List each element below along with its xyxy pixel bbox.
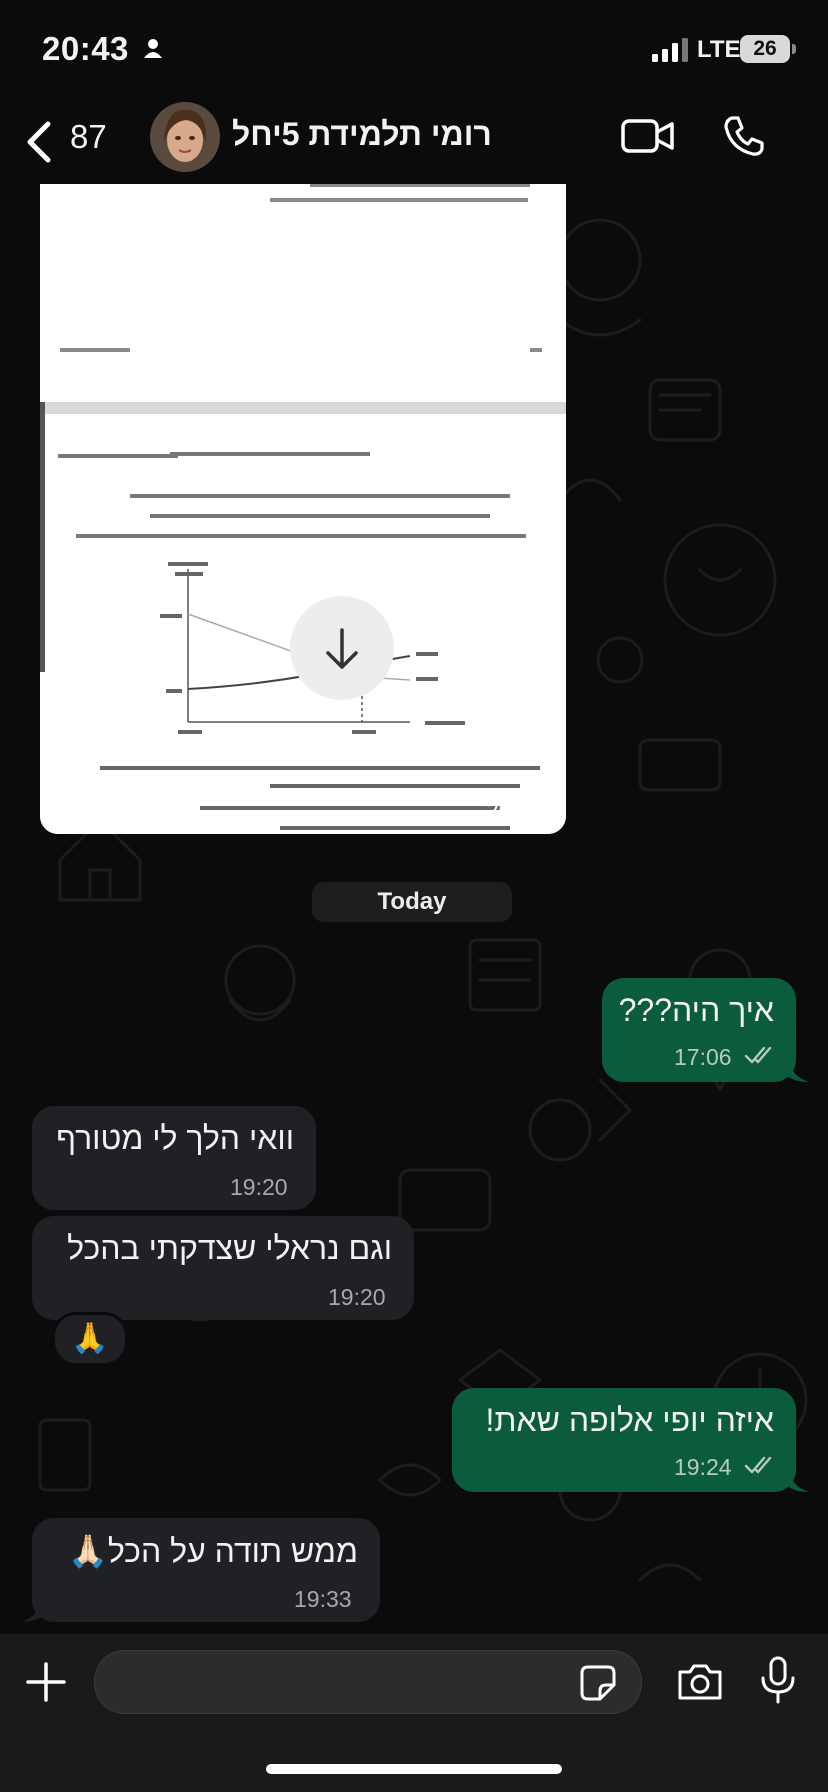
unread-count[interactable]: 87 [70, 118, 107, 156]
read-checkmarks-icon [744, 1456, 772, 1474]
message-time: 19:24 [674, 1454, 732, 1480]
bubble-tail [20, 1598, 42, 1622]
sticker-icon[interactable] [580, 1665, 616, 1701]
message-time: 19:20 [328, 1284, 386, 1310]
message-text: איזה יופי אלופה שאת! [485, 1402, 774, 1438]
battery-tip [792, 44, 796, 54]
message-time: 17:06 [674, 1044, 732, 1070]
camera-icon[interactable] [676, 1662, 724, 1702]
status-bar: 20:43 LTE 26 [0, 0, 828, 96]
message-bubble-outgoing[interactable]: איזה יופי אלופה שאת! 19:24 [452, 1388, 796, 1492]
bubble-tail [788, 1468, 810, 1492]
status-time: 20:43 [42, 30, 129, 67]
date-separator: Today [312, 882, 512, 922]
network-type: LTE [697, 36, 741, 63]
message-text: איך היה??? [618, 992, 774, 1028]
exam-page-image [40, 184, 566, 834]
message-time: 19:33 [294, 1586, 352, 1612]
message-bubble-incoming[interactable]: ממש תודה על הכל🙏🏻 19:33 [32, 1518, 380, 1622]
person-icon [144, 39, 162, 58]
chat-header: 87 רומי תלמידת 5יחל [0, 96, 828, 184]
read-checkmarks-icon [744, 1046, 772, 1064]
message-input[interactable] [94, 1650, 642, 1714]
bubble-tail [788, 1058, 810, 1082]
message-time: 19:20 [230, 1174, 288, 1200]
image-timestamp: 20:44 [486, 797, 544, 823]
microphone-icon[interactable] [758, 1656, 798, 1704]
message-bubble-incoming[interactable]: וגם נראלי שצדקתי בהכל 19:20 [32, 1216, 414, 1320]
home-indicator [266, 1764, 562, 1774]
download-arrow-icon [326, 628, 358, 669]
phone-call-icon[interactable] [722, 114, 766, 158]
download-button[interactable] [290, 596, 394, 700]
back-chevron-icon[interactable] [24, 120, 54, 164]
video-call-icon[interactable] [620, 116, 676, 156]
contact-name[interactable]: רומי תלמידת 5יחל [232, 116, 532, 153]
signal-icon [652, 38, 688, 62]
message-bubble-incoming[interactable]: וואי הלך לי מטורף 19:20 [32, 1106, 316, 1210]
avatar[interactable] [150, 102, 220, 172]
plus-icon[interactable] [26, 1662, 66, 1702]
reaction-badge[interactable]: 🙏 [52, 1312, 128, 1366]
message-text: ממש תודה על הכל🙏🏻 [68, 1533, 358, 1569]
composer-bar [0, 1634, 828, 1792]
image-message[interactable] [40, 184, 566, 834]
message-text: וגם נראלי שצדקתי בהכל [67, 1230, 392, 1266]
message-bubble-outgoing[interactable]: איך היה??? 17:06 [602, 978, 796, 1082]
message-text: וואי הלך לי מטורף [56, 1120, 294, 1156]
battery-indicator: 26 [740, 35, 790, 63]
